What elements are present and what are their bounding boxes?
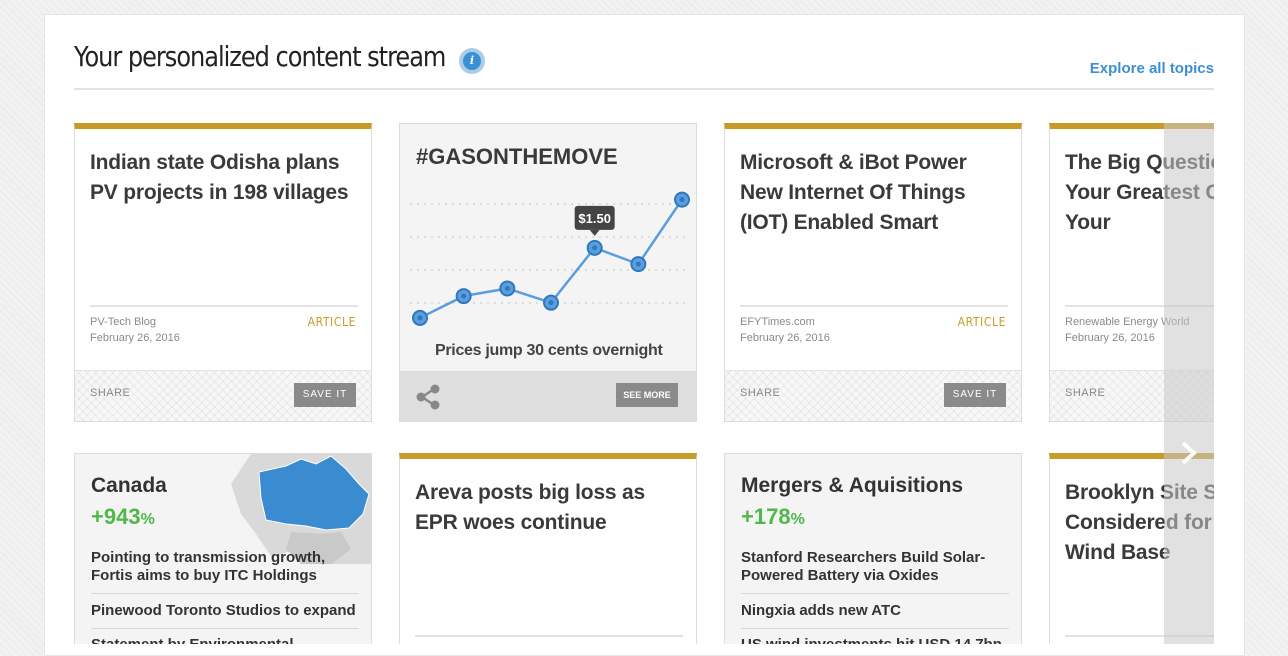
chart-tooltip: $1.50 bbox=[574, 205, 615, 236]
content-stream-carousel: Indian state Odisha plans PV projects in… bbox=[74, 123, 1214, 644]
chart-point-center bbox=[417, 315, 423, 321]
chart-data-label: $1.50 bbox=[578, 211, 611, 226]
info-icon[interactable]: i bbox=[459, 48, 485, 74]
article-type-label: ARTICLE bbox=[957, 315, 1006, 329]
article-card[interactable]: Microsoft & iBot Power New Internet Of T… bbox=[724, 123, 1022, 422]
chevron-right-icon[interactable] bbox=[1180, 440, 1198, 466]
topic-headline[interactable]: Stanford Researchers Build Solar-Powered… bbox=[741, 549, 1009, 594]
divider bbox=[415, 635, 683, 637]
chart-point-center bbox=[592, 245, 598, 251]
topic-headline[interactable]: Statement by Environmental bbox=[91, 636, 359, 644]
chart-point-center bbox=[679, 197, 685, 203]
save-it-button[interactable]: SAVE IT bbox=[944, 383, 1006, 407]
topic-headline[interactable]: Pinewood Toronto Studios to expand bbox=[91, 602, 359, 629]
carousel-fade-overlay bbox=[1164, 123, 1214, 644]
topic-headline[interactable]: Ningxia adds new ATC bbox=[741, 602, 1009, 629]
topic-change: +943% bbox=[91, 504, 155, 529]
chart-tooltip-pointer bbox=[589, 229, 600, 236]
chart-point-center bbox=[461, 293, 467, 299]
topic-title[interactable]: Canada bbox=[91, 474, 167, 498]
topic-stat-card[interactable]: Canada +943% Pointing to transmission gr… bbox=[74, 453, 372, 644]
article-date: February 26, 2016 bbox=[90, 332, 180, 344]
card-footer: SHARE SAVE IT bbox=[75, 370, 371, 421]
article-title[interactable]: Indian state Odisha plans PV projects in… bbox=[90, 148, 360, 208]
article-card[interactable]: Indian state Odisha plans PV projects in… bbox=[74, 123, 372, 422]
divider bbox=[740, 305, 1008, 307]
chart-point-center bbox=[635, 261, 641, 267]
article-card[interactable]: Areva posts big loss as EPR woes continu… bbox=[399, 453, 697, 644]
card-footer: SEE MORE bbox=[400, 371, 696, 421]
card-footer: SHARE SAVE IT bbox=[725, 370, 1021, 421]
topic-headline[interactable]: US wind investments hit USD 14.7bn bbox=[741, 636, 1009, 644]
header-divider bbox=[74, 88, 1214, 90]
chart-point-center bbox=[504, 285, 510, 291]
chart-title: #GASONTHEMOVE bbox=[416, 144, 618, 169]
see-more-button[interactable]: SEE MORE bbox=[616, 383, 678, 407]
divider bbox=[90, 305, 358, 307]
article-source: PV-Tech Blog bbox=[90, 316, 157, 328]
price-line-chart: $1.50 bbox=[410, 191, 690, 326]
chart-card[interactable]: #GASONTHEMOVE $1.50 Prices jump 30 cents… bbox=[399, 123, 697, 422]
save-it-button[interactable]: SAVE IT bbox=[294, 383, 356, 407]
share-button[interactable]: SHARE bbox=[1065, 387, 1105, 399]
topic-change: +178% bbox=[741, 504, 805, 529]
share-button[interactable]: SHARE bbox=[90, 387, 130, 399]
topic-title[interactable]: Mergers & Aquisitions bbox=[741, 474, 963, 498]
article-source: EFYTimes.com bbox=[740, 316, 815, 328]
chart-point-center bbox=[548, 300, 554, 306]
canada-map-image bbox=[231, 454, 371, 564]
topic-stat-card[interactable]: Mergers & Aquisitions +178% Stanford Res… bbox=[724, 453, 1022, 644]
share-icon[interactable] bbox=[414, 383, 442, 411]
article-date: February 26, 2016 bbox=[740, 332, 830, 344]
topic-headline[interactable]: Pointing to transmission growth, Fortis … bbox=[91, 549, 359, 594]
article-title[interactable]: Microsoft & iBot Power New Internet Of T… bbox=[740, 148, 1010, 238]
article-type-label: ARTICLE bbox=[307, 315, 356, 329]
chart-caption: Prices jump 30 cents overnight bbox=[435, 342, 663, 359]
page-title: Your personalized content stream bbox=[74, 40, 446, 73]
article-title[interactable]: Areva posts big loss as EPR woes continu… bbox=[415, 478, 685, 538]
article-date: February 26, 2016 bbox=[1065, 332, 1155, 344]
share-button[interactable]: SHARE bbox=[740, 387, 780, 399]
explore-all-topics-link[interactable]: Explore all topics bbox=[1090, 60, 1214, 77]
